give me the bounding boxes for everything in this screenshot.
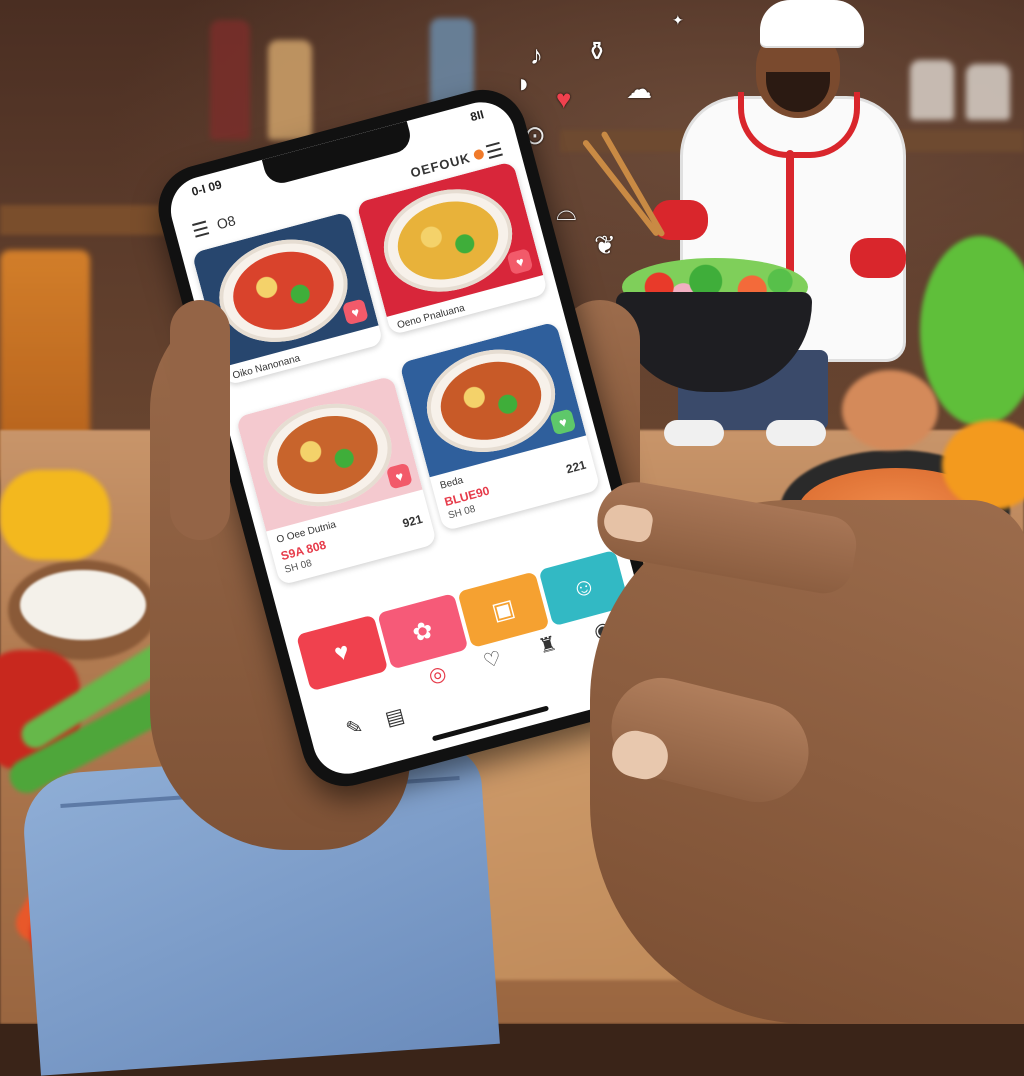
hamburger-menu-icon[interactable] bbox=[192, 220, 210, 238]
chef-shoe bbox=[664, 420, 724, 446]
chef-icon[interactable]: ♜ bbox=[536, 631, 561, 665]
chef-shoe bbox=[766, 420, 826, 446]
favorite-badge-icon[interactable]: ♥ bbox=[549, 408, 577, 436]
header-label: O8 bbox=[215, 212, 238, 233]
bottle-icon: ⚱ bbox=[586, 36, 608, 66]
dish-card[interactable]: ♥ Beda BLUE90 221 SH 08 bbox=[399, 321, 601, 532]
dish-card[interactable]: ♥ O Oee Dutnia S9A 808 921 SH 08 bbox=[235, 375, 438, 586]
favorite-badge-icon[interactable]: ♥ bbox=[506, 248, 534, 276]
heart-outline-icon[interactable]: ♡ bbox=[481, 645, 506, 679]
cloud-icon: ☁ bbox=[626, 74, 652, 104]
status-indicators: 8II bbox=[468, 107, 486, 125]
yellow-pepper bbox=[0, 470, 110, 560]
brand-logo-icon bbox=[472, 148, 485, 161]
star-icon: ✦ bbox=[672, 12, 684, 28]
bottle bbox=[210, 20, 250, 140]
header-left: O8 bbox=[192, 212, 237, 239]
left-thumb bbox=[170, 300, 230, 540]
edit-icon[interactable]: ✎ bbox=[343, 714, 368, 751]
menu-book-icon: ▣ bbox=[488, 593, 518, 626]
spatula-icon: ♪ bbox=[530, 40, 543, 70]
mushroom-icon: ⌓ bbox=[556, 196, 577, 226]
options-menu-icon[interactable] bbox=[485, 141, 503, 159]
favorites-button[interactable]: ♥ bbox=[296, 614, 388, 692]
status-time: 0-I 09 bbox=[189, 177, 224, 199]
chef-hat-icon: ✿ bbox=[409, 615, 436, 648]
chef-hat-icon bbox=[760, 0, 864, 46]
jar bbox=[966, 64, 1010, 120]
salt bbox=[20, 570, 146, 640]
wallet-icon[interactable]: ▤ bbox=[382, 702, 409, 740]
chef-cuff bbox=[850, 238, 906, 278]
favorite-badge-icon[interactable]: ♥ bbox=[385, 462, 413, 490]
favorite-badge-icon[interactable]: ♥ bbox=[341, 298, 369, 326]
leaf-icon: ❦ bbox=[594, 230, 616, 260]
smile-icon: ☺ bbox=[568, 571, 600, 604]
heart-icon: ♥ bbox=[331, 637, 353, 668]
bottle bbox=[268, 40, 312, 140]
heart-icon: ♥ bbox=[556, 84, 572, 114]
location-icon[interactable]: ◎ bbox=[426, 660, 451, 693]
fish-icon: ◗ bbox=[516, 68, 532, 98]
chopstick bbox=[600, 130, 666, 238]
chopstick bbox=[581, 138, 661, 238]
